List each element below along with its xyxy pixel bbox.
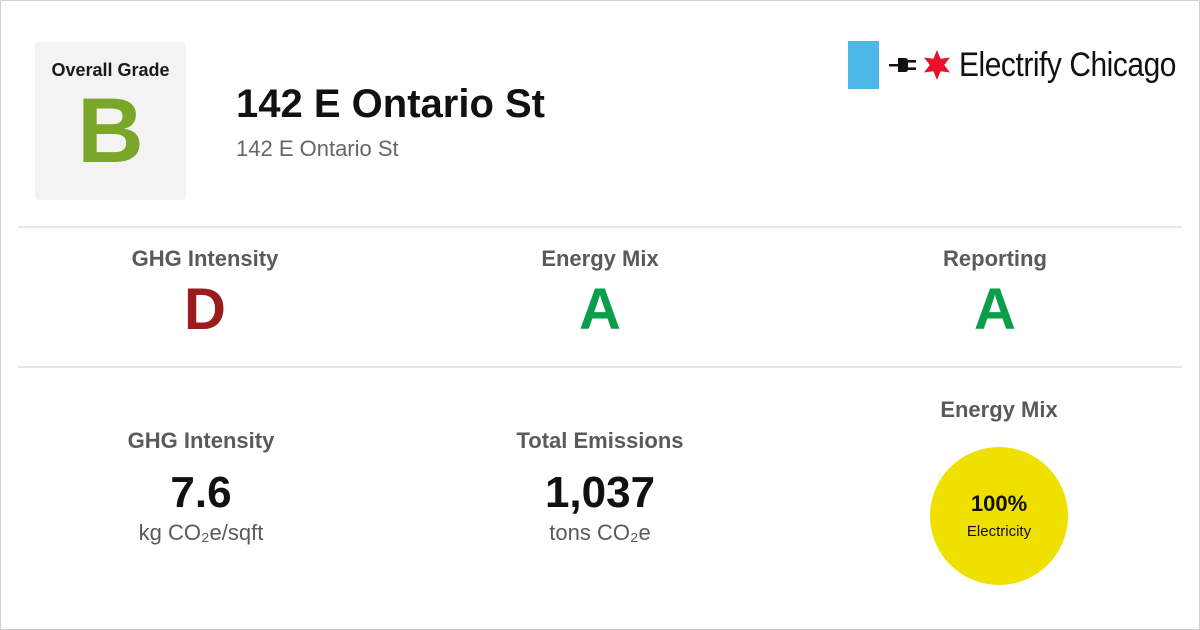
brand-name: Electrify Chicago bbox=[959, 45, 1177, 84]
overall-grade-label: Overall Grade bbox=[51, 60, 170, 80]
grade-label: Energy Mix bbox=[541, 246, 659, 271]
grade-label: GHG Intensity bbox=[131, 246, 279, 271]
chicago-star-icon bbox=[924, 50, 950, 80]
stat-value: 7.6 bbox=[170, 468, 232, 517]
grade-label: Reporting bbox=[943, 246, 1047, 271]
stat-value: 1,037 bbox=[544, 468, 656, 517]
grade-letter: A bbox=[579, 277, 621, 342]
logo-blue-block bbox=[848, 41, 879, 89]
grade-letter: A bbox=[974, 277, 1016, 342]
stat-ghg-intensity: GHG Intensity 7.6 kg CO₂e/sqft bbox=[21, 428, 381, 546]
overall-grade-box: Overall Grade B bbox=[35, 42, 186, 200]
energy-mix-percent: 100% bbox=[970, 491, 1028, 516]
stat-energy-mix-label-wrap: Energy Mix bbox=[819, 397, 1179, 423]
grade-ghg-intensity: GHG Intensity D bbox=[25, 246, 385, 340]
stat-unit: kg CO₂e/sqft bbox=[138, 520, 264, 545]
divider-middle bbox=[18, 366, 1182, 368]
electrify-chicago-logo[interactable]: Electrify Chicago bbox=[848, 41, 1200, 89]
energy-mix-source: Electricity bbox=[966, 523, 1032, 540]
grade-reporting: Reporting A bbox=[815, 246, 1175, 340]
building-title: 142 E Ontario St bbox=[236, 82, 545, 126]
grade-letter: D bbox=[184, 277, 226, 342]
grade-energy-mix: Energy Mix A bbox=[420, 246, 780, 340]
stat-label: Energy Mix bbox=[940, 397, 1058, 422]
stat-total-emissions: Total Emissions 1,037 tons CO₂e bbox=[420, 428, 780, 546]
stat-label: Total Emissions bbox=[516, 428, 684, 453]
energy-mix-circle: 100% Electricity bbox=[930, 447, 1068, 585]
overall-grade-letter: B bbox=[77, 80, 144, 182]
stat-unit: tons CO₂e bbox=[549, 520, 651, 545]
divider-top bbox=[18, 226, 1182, 228]
stat-label: GHG Intensity bbox=[127, 428, 275, 453]
plug-icon bbox=[889, 58, 916, 72]
building-address: 142 E Ontario St bbox=[236, 136, 399, 161]
